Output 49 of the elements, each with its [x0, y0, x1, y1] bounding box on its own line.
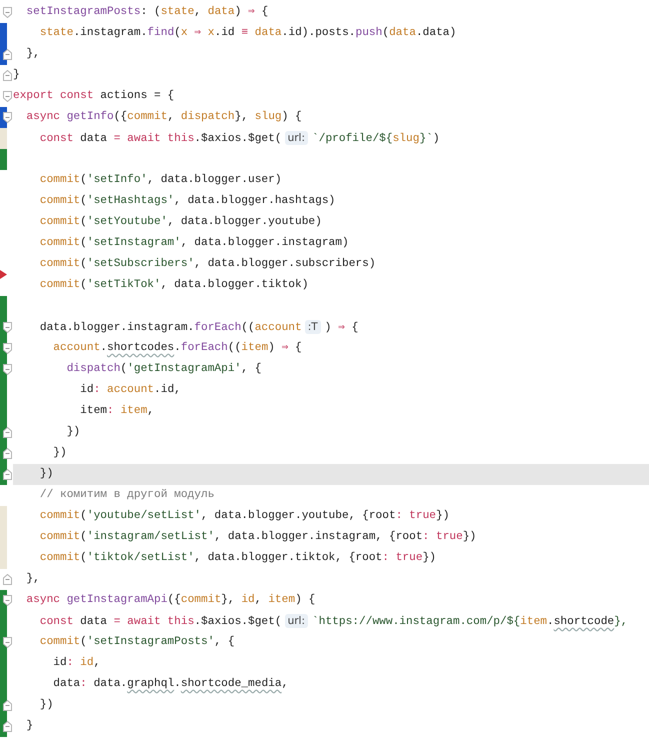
code-line: // комитим в другой модуль [38, 488, 216, 503]
fold-icon[interactable] [3, 112, 12, 123]
fold-icon[interactable] [3, 343, 12, 354]
code-line: } [25, 718, 34, 734]
code-line: item: item, [79, 404, 156, 419]
code-line: commit('setYoutube', data.blogger.youtube) [38, 214, 323, 230]
fold-icon[interactable] [3, 364, 12, 375]
code-line: async getInstagramApi({commit}, id, item) { [25, 592, 316, 608]
code-line: account.shortcodes.forEach((item) ⇒ { [52, 340, 303, 356]
deletion-marker-icon[interactable] [0, 270, 7, 279]
fold-icon[interactable] [3, 700, 12, 711]
code-line: commit('setInstagramPosts', { [38, 634, 236, 650]
code-line: const data = await this.$axios.$get( url: `https://www.instagram.com/p/${item.shortcode}, [38, 613, 629, 630]
code-line: commit('instagram/setList', data.blogger.instagram, {root: true}) [38, 530, 478, 545]
code-line: commit('setSubscribers', data.blogger.subscribers) [38, 256, 377, 272]
code-line: commit('setHashtags', data.blogger.hashtags) [38, 194, 336, 209]
fold-icon[interactable] [3, 574, 12, 585]
fold-icon[interactable] [3, 91, 12, 102]
code-line: setInstagramPosts: (state, data) ⇒ { [25, 4, 270, 20]
code-line: }, [25, 572, 41, 587]
fold-icon[interactable] [3, 721, 12, 732]
fold-icon[interactable] [3, 322, 12, 333]
code-line: }) [52, 446, 68, 461]
code-line: id: account.id, [79, 382, 182, 398]
fold-icon[interactable] [3, 448, 12, 459]
code-line: }) [38, 698, 54, 713]
code-line: dispatch('getInstagramApi', { [66, 362, 262, 377]
code-line: const data = await this.$axios.$get( url: `/profile/${slug}`) [38, 130, 441, 147]
code-line: commit('setTikTok', data.blogger.tiktok) [38, 278, 310, 293]
code-line: export const actions = { [13, 88, 176, 104]
fold-icon[interactable] [3, 595, 12, 606]
fold-icon[interactable] [3, 427, 12, 438]
code-line: commit('tiktok/setList', data.blogger.tiktok, {root: true}) [38, 550, 437, 566]
fold-icon[interactable] [3, 7, 12, 18]
fold-icon[interactable] [3, 49, 12, 60]
code-line: commit('setInfo', data.blogger.user) [38, 172, 283, 188]
code-line: commit('setInstagram', data.blogger.instagram) [38, 236, 350, 251]
code-line: data: data.graphql.shortcode_media, [52, 676, 290, 692]
code-line: }) [66, 424, 82, 440]
code-line: data.blogger.instagram.forEach((account :T ) ⇒ { [38, 319, 360, 336]
code-line: async getInfo({commit, dispatch}, slug) { [25, 110, 303, 125]
code-line: id: id, [52, 656, 102, 671]
fold-icon[interactable] [3, 70, 12, 81]
code-line: }, [25, 46, 41, 62]
fold-icon[interactable] [3, 637, 12, 648]
code-line: commit('youtube/setList', data.blogger.youtube, {root: true}) [38, 508, 450, 524]
code-line: } [13, 68, 21, 83]
code-line: state.instagram.find(x ⇒ x.id ≡ data.id).posts.push(data.data) [38, 26, 458, 41]
fold-icon[interactable] [3, 469, 12, 480]
